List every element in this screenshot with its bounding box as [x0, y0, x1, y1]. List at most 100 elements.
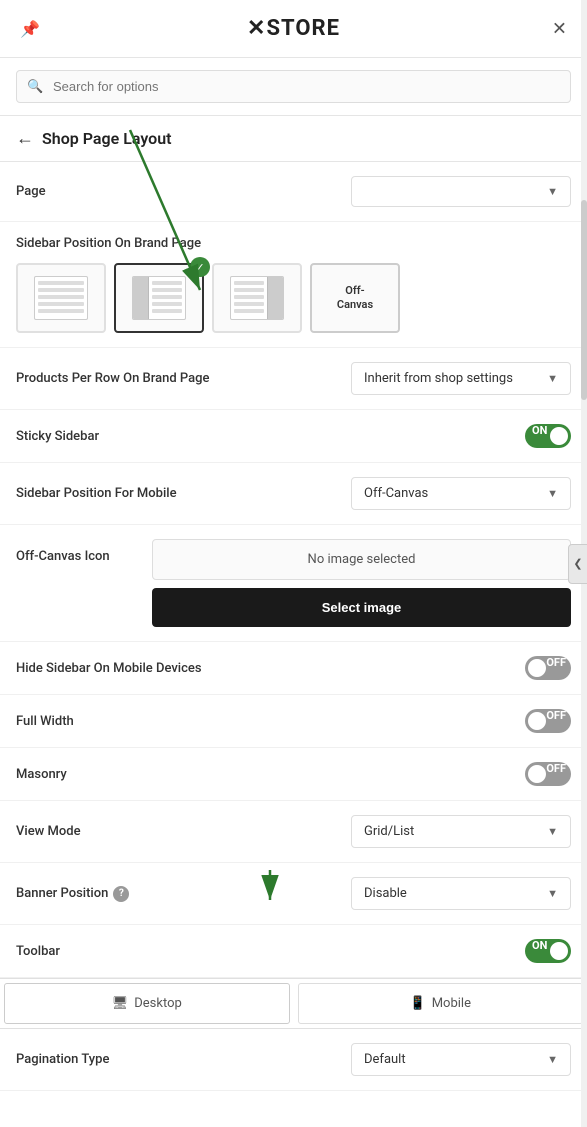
li-line: [38, 309, 84, 313]
search-icon: 🔍: [27, 79, 43, 94]
products-per-row-row: Products Per Row On Brand Page Inherit f…: [0, 348, 587, 410]
sticky-sidebar-toggle[interactable]: ON: [525, 424, 571, 448]
view-mode-dropdown[interactable]: Grid/List ▼: [351, 815, 571, 848]
li-line: [234, 295, 264, 299]
banner-position-label-wrap: Banner Position ?: [16, 886, 129, 902]
search-bar: 🔍: [0, 58, 587, 116]
masonry-off-label: OFF: [546, 762, 566, 775]
sticky-sidebar-label: Sticky Sidebar: [16, 429, 99, 444]
search-input[interactable]: [16, 70, 571, 103]
pagination-type-chevron: ▼: [547, 1053, 558, 1066]
li-line: [152, 309, 182, 313]
products-per-row-dropdown[interactable]: Inherit from shop settings ▼: [351, 362, 571, 395]
banner-position-label: Banner Position: [16, 886, 108, 901]
sticky-sidebar-on-label: ON: [532, 424, 547, 437]
products-per-row-chevron: ▼: [547, 372, 558, 385]
banner-position-help-icon[interactable]: ?: [113, 886, 129, 902]
back-button[interactable]: ←: [16, 128, 34, 149]
scrollbar-thumb[interactable]: [581, 200, 587, 400]
view-mode-chevron: ▼: [547, 825, 558, 838]
sidebar-brand-section: Sidebar Position On Brand Page: [0, 222, 587, 348]
li-line: [38, 281, 84, 285]
view-mode-value: Grid/List: [364, 824, 414, 839]
masonry-toggle[interactable]: OFF: [525, 762, 571, 786]
masonry-row: Masonry OFF: [0, 748, 587, 801]
masonry-label: Masonry: [16, 767, 67, 782]
pagination-type-value: Default: [364, 1052, 406, 1067]
layout-option-right[interactable]: [212, 263, 302, 333]
hide-sidebar-track[interactable]: OFF: [525, 656, 571, 680]
sidebar-brand-label: Sidebar Position On Brand Page: [16, 236, 571, 251]
hide-sidebar-label: Hide Sidebar On Mobile Devices: [16, 661, 202, 676]
panel-header: 📌 ✕STORE ✕: [0, 0, 587, 58]
selected-check: ✓: [190, 257, 210, 277]
masonry-track[interactable]: OFF: [525, 762, 571, 786]
layout-option-offcanvas[interactable]: Off-Canvas: [310, 263, 400, 333]
page-dropdown[interactable]: ▼: [351, 176, 571, 207]
full-width-toggle[interactable]: OFF: [525, 709, 571, 733]
full-width-label: Full Width: [16, 714, 74, 729]
li-line: [234, 281, 264, 285]
products-per-row-label: Products Per Row On Brand Page: [16, 371, 210, 386]
logo-x: ✕: [247, 16, 266, 41]
toolbar-thumb: [550, 942, 568, 960]
li-line: [152, 302, 182, 306]
hide-sidebar-toggle[interactable]: OFF: [525, 656, 571, 680]
toolbar-row: Toolbar ON: [0, 925, 587, 978]
li-content-left: [149, 277, 185, 319]
layout-option-none[interactable]: [16, 263, 106, 333]
layout-option-left[interactable]: ✓: [114, 263, 204, 333]
toolbar-toggle[interactable]: ON: [525, 939, 571, 963]
sidebar-mobile-value: Off-Canvas: [364, 486, 428, 501]
no-image-box: No image selected: [152, 539, 571, 580]
collapse-handle[interactable]: ❮: [568, 544, 587, 584]
pagination-type-dropdown[interactable]: Default ▼: [351, 1043, 571, 1076]
offcanvas-icon-section: Off-Canvas Icon No image selected Select…: [0, 525, 587, 642]
pagination-type-label: Pagination Type: [16, 1052, 109, 1067]
li-line: [152, 288, 182, 292]
image-selector-controls: No image selected Select image: [152, 539, 571, 627]
sidebar-mobile-chevron: ▼: [547, 487, 558, 500]
toolbar-label: Toolbar: [16, 944, 60, 959]
desktop-icon: 🖥: [112, 996, 129, 1011]
select-image-button[interactable]: Select image: [152, 588, 571, 627]
desktop-tab-label: Desktop: [134, 996, 182, 1011]
toolbar-on-label: ON: [532, 939, 547, 952]
search-wrap: 🔍: [16, 70, 571, 103]
li-line: [152, 281, 182, 285]
pin-icon: 📌: [20, 19, 40, 38]
products-per-row-value: Inherit from shop settings: [364, 371, 513, 386]
desktop-tab[interactable]: 🖥 Desktop: [4, 983, 290, 1024]
full-width-row: Full Width OFF: [0, 695, 587, 748]
full-width-off-label: OFF: [546, 709, 566, 722]
li-content-right: [231, 277, 267, 319]
layout-icon-left: [132, 276, 186, 320]
offcanvas-icon-label: Off-Canvas Icon: [16, 539, 136, 564]
mobile-tab-label: Mobile: [432, 996, 471, 1011]
close-button[interactable]: ✕: [552, 18, 567, 39]
offcanvas-option-label: Off-Canvas: [337, 284, 373, 313]
offcanvas-icon-row: Off-Canvas Icon No image selected Select…: [16, 539, 571, 627]
toolbar-track[interactable]: ON: [525, 939, 571, 963]
li-sidebar-right: [267, 277, 283, 319]
hide-sidebar-thumb: [528, 659, 546, 677]
mobile-tab[interactable]: 📱 Mobile: [298, 983, 584, 1024]
banner-position-value: Disable: [364, 886, 407, 901]
li-line: [38, 288, 84, 292]
page-dropdown-chevron: ▼: [547, 185, 558, 198]
layout-icon-right: [230, 276, 284, 320]
pagination-type-row: Pagination Type Default ▼: [0, 1029, 587, 1091]
li-line: [38, 302, 84, 306]
sticky-sidebar-track[interactable]: ON: [525, 424, 571, 448]
page-label: Page: [16, 184, 46, 199]
banner-position-dropdown[interactable]: Disable ▼: [351, 877, 571, 910]
section-header: ← Shop Page Layout: [0, 116, 587, 162]
logo-store: STORE: [266, 16, 340, 41]
sidebar-mobile-dropdown[interactable]: Off-Canvas ▼: [351, 477, 571, 510]
full-width-track[interactable]: OFF: [525, 709, 571, 733]
li-line: [38, 295, 84, 299]
full-width-thumb: [528, 712, 546, 730]
view-mode-row: View Mode Grid/List ▼: [0, 801, 587, 863]
sidebar-mobile-label: Sidebar Position For Mobile: [16, 486, 177, 501]
layout-options: ✓: [16, 263, 571, 333]
